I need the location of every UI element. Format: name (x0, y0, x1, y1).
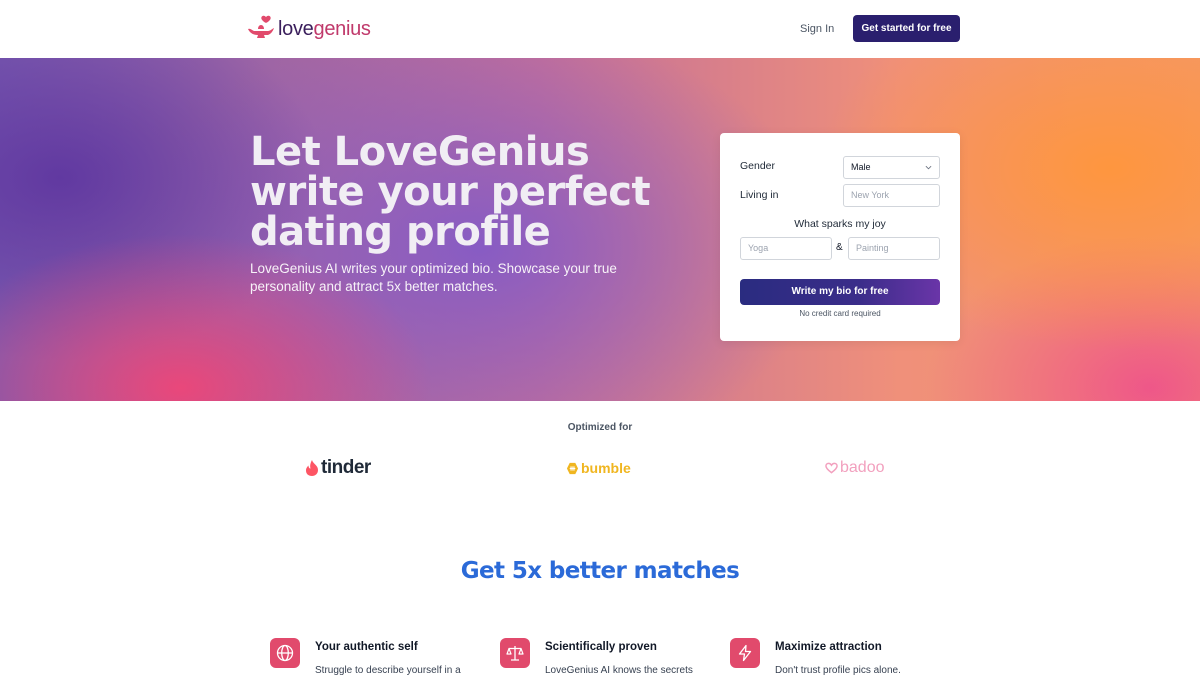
hero-subtitle: LoveGenius AI writes your optimized bio.… (250, 261, 617, 294)
feature-item: Scientifically proven LoveGenius AI know… (500, 638, 700, 675)
badoo-logo: badoo (825, 455, 885, 481)
logo-love: love (278, 18, 314, 40)
feature-item: Maximize attraction Don't trust profile … (730, 638, 930, 675)
feature-title: Maximize attraction (775, 641, 882, 653)
site-header: lovegenius Sign In Get started for free (0, 0, 1200, 58)
optimized-for-label: Optimized for (567, 422, 633, 433)
hexagon-icon (566, 462, 579, 474)
no-credit-card-note: No credit card required (799, 309, 881, 318)
write-bio-button[interactable]: Write my bio for free (740, 279, 940, 305)
logo[interactable]: lovegenius (246, 14, 371, 44)
living-input[interactable]: New York (843, 184, 940, 207)
joy-input-1[interactable]: Yoga (740, 237, 832, 260)
logo-genius: genius (313, 18, 371, 40)
bumble-logo: bumble (566, 455, 631, 481)
hero-section: Let LoveGenius write your perfect dating… (0, 58, 1200, 401)
joy-label: What sparks my joy (794, 218, 886, 230)
gender-value: Male (851, 162, 871, 172)
flame-icon (306, 460, 318, 476)
feature-text: Don't trust profile pics alone. (775, 665, 901, 675)
living-label: Living in (740, 189, 779, 201)
heart-icon (825, 462, 838, 474)
globe-icon (270, 638, 300, 668)
hero-title: Let LoveGenius write your perfect dating… (250, 129, 651, 255)
chevron-down-icon (925, 165, 932, 170)
joy-input-2[interactable]: Painting (848, 237, 940, 260)
lightning-icon (730, 638, 760, 668)
badoo-wordmark: badoo (840, 459, 885, 476)
bio-form-card: Gender Male Living in New York What spar… (720, 133, 960, 341)
feature-text: LoveGenius AI knows the secrets (545, 665, 693, 675)
gender-label: Gender (740, 160, 776, 172)
logo-wordmark: lovegenius (278, 14, 371, 44)
genie-lamp-heart-icon (248, 15, 274, 38)
scale-icon (500, 638, 530, 668)
section-title: Get 5x better matches (460, 558, 740, 584)
tinder-wordmark: tinder (321, 457, 371, 478)
feature-title: Your authentic self (315, 641, 418, 653)
get-started-button[interactable]: Get started for free (853, 15, 960, 42)
feature-title: Scientifically proven (545, 641, 657, 653)
tinder-logo: tinder (305, 455, 371, 481)
ampersand: & (836, 242, 843, 253)
feature-item: Your authentic self Struggle to describe… (270, 638, 470, 675)
feature-text: Struggle to describe yourself in a (315, 665, 461, 675)
gender-select[interactable]: Male (843, 156, 940, 179)
bumble-wordmark: bumble (581, 460, 631, 476)
sign-in-link[interactable]: Sign In (800, 20, 834, 38)
